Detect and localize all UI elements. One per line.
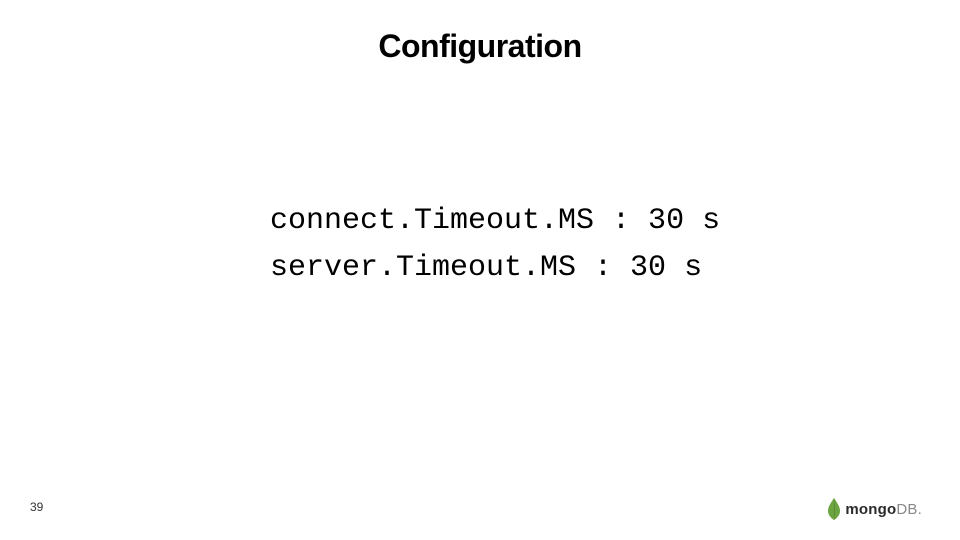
slide-number: 39 [30, 500, 43, 514]
config-line-1: connect.Timeout.MS : 30 s [270, 198, 720, 245]
config-block: connect.Timeout.MS : 30 s server.Timeout… [270, 198, 720, 291]
leaf-icon [827, 498, 841, 520]
config-line-2: server.Timeout.MS : 30 s [270, 245, 720, 292]
logo-text-bold: mongo [845, 501, 896, 518]
slide-title: Configuration [0, 28, 960, 65]
logo-text: mongoDB. [845, 501, 922, 518]
logo-text-light: DB. [896, 501, 922, 518]
mongodb-logo: mongoDB. [827, 498, 922, 520]
